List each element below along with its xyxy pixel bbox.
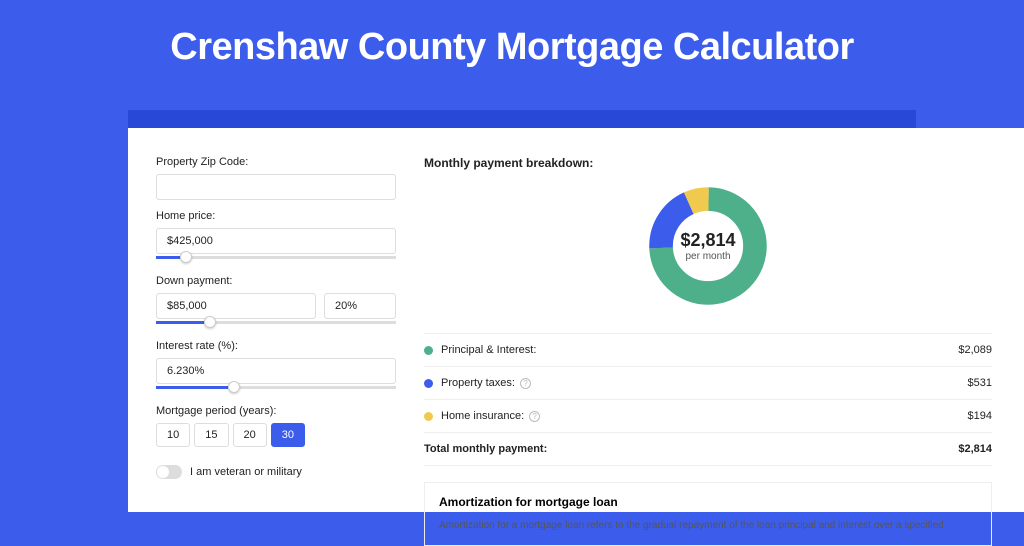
calculator-panel: Property Zip Code: Home price: Down paym… bbox=[128, 128, 1024, 512]
legend-value: $531 bbox=[968, 377, 992, 389]
veteran-toggle[interactable] bbox=[156, 465, 182, 479]
legend-total-row: Total monthly payment:$2,814 bbox=[424, 433, 992, 466]
legend-row: Property taxes: ?$531 bbox=[424, 367, 992, 400]
zip-input[interactable] bbox=[156, 174, 396, 200]
amortization-box: Amortization for mortgage loan Amortizat… bbox=[424, 482, 992, 546]
legend-total-label: Total monthly payment: bbox=[424, 443, 958, 455]
legend-row: Home insurance: ?$194 bbox=[424, 400, 992, 433]
breakdown-title: Monthly payment breakdown: bbox=[424, 156, 992, 170]
donut-chart: $2,814 per month bbox=[424, 184, 992, 313]
period-button-20[interactable]: 20 bbox=[233, 423, 267, 447]
donut-total-amount: $2,814 bbox=[646, 230, 770, 251]
interest-group: Interest rate (%): bbox=[156, 340, 396, 393]
legend-total-value: $2,814 bbox=[958, 443, 992, 455]
card-shadow bbox=[128, 110, 916, 128]
period-buttons: 10152030 bbox=[156, 423, 396, 447]
veteran-label: I am veteran or military bbox=[190, 466, 302, 478]
donut-center: $2,814 per month bbox=[646, 230, 770, 262]
page-title: Crenshaw County Mortgage Calculator bbox=[0, 0, 1024, 87]
down-payment-pct-input[interactable] bbox=[324, 293, 396, 319]
down-payment-label: Down payment: bbox=[156, 275, 396, 287]
period-button-10[interactable]: 10 bbox=[156, 423, 190, 447]
zip-label: Property Zip Code: bbox=[156, 156, 396, 168]
donut-total-sub: per month bbox=[646, 251, 770, 262]
legend-row: Principal & Interest:$2,089 bbox=[424, 334, 992, 367]
form-column: Property Zip Code: Home price: Down paym… bbox=[156, 156, 396, 512]
breakdown-column: Monthly payment breakdown: $2,814 per mo… bbox=[424, 156, 992, 512]
period-button-15[interactable]: 15 bbox=[194, 423, 228, 447]
period-group: Mortgage period (years): 10152030 bbox=[156, 405, 396, 447]
interest-input[interactable] bbox=[156, 358, 396, 384]
down-payment-slider[interactable] bbox=[156, 318, 396, 328]
legend-dot bbox=[424, 379, 433, 388]
down-payment-group: Down payment: bbox=[156, 275, 396, 328]
interest-label: Interest rate (%): bbox=[156, 340, 396, 352]
home-price-label: Home price: bbox=[156, 210, 396, 222]
home-price-group: Home price: bbox=[156, 210, 396, 263]
legend-dot bbox=[424, 412, 433, 421]
legend-value: $2,089 bbox=[958, 344, 992, 356]
veteran-row: I am veteran or military bbox=[156, 465, 396, 479]
amortization-text: Amortization for a mortgage loan refers … bbox=[439, 519, 977, 533]
info-icon[interactable]: ? bbox=[529, 411, 540, 422]
down-payment-input[interactable] bbox=[156, 293, 316, 319]
legend-label: Home insurance: ? bbox=[441, 410, 968, 422]
zip-group: Property Zip Code: bbox=[156, 156, 396, 200]
legend-label: Principal & Interest: bbox=[441, 344, 958, 356]
home-price-slider[interactable] bbox=[156, 253, 396, 263]
period-button-30[interactable]: 30 bbox=[271, 423, 305, 447]
interest-slider[interactable] bbox=[156, 383, 396, 393]
period-label: Mortgage period (years): bbox=[156, 405, 396, 417]
legend: Principal & Interest:$2,089Property taxe… bbox=[424, 333, 992, 466]
amortization-title: Amortization for mortgage loan bbox=[439, 495, 977, 509]
home-price-input[interactable] bbox=[156, 228, 396, 254]
legend-label: Property taxes: ? bbox=[441, 377, 968, 389]
legend-dot bbox=[424, 346, 433, 355]
info-icon[interactable]: ? bbox=[520, 378, 531, 389]
legend-value: $194 bbox=[968, 410, 992, 422]
